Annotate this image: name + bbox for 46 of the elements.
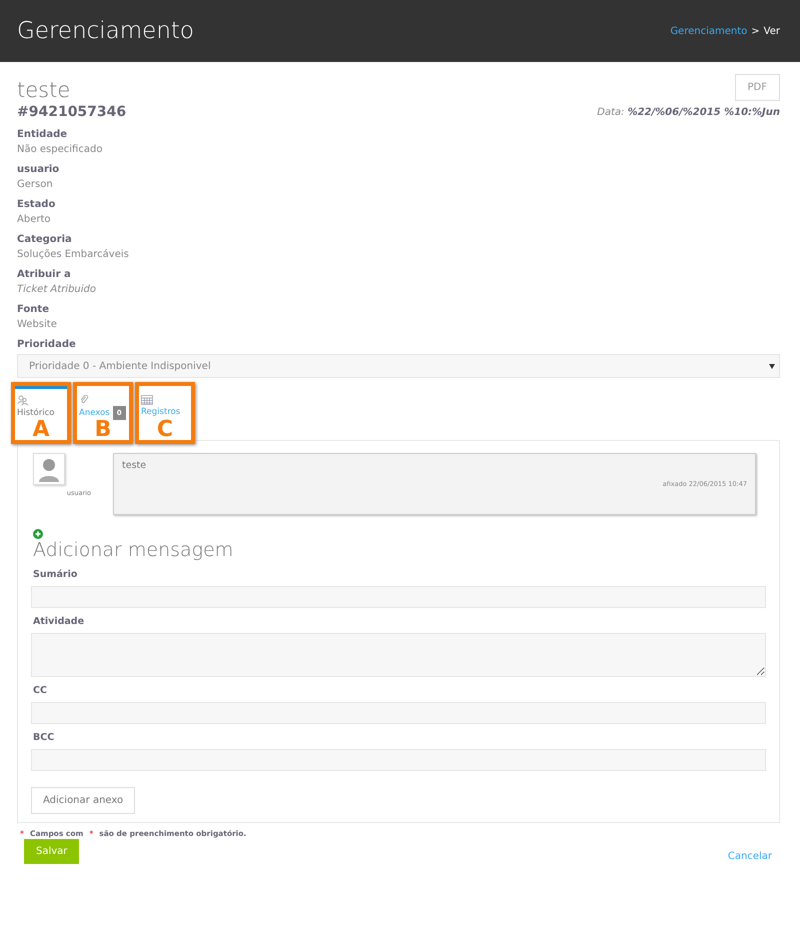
field-value: Não especificado [17,144,104,155]
breadcrumb-link[interactable]: Gerenciamento [670,26,748,36]
cancel-link[interactable]: Cancelar [728,851,772,862]
field-label: Prioridade [17,339,77,350]
ticket-number: #9421057346 [17,104,126,120]
pdf-button[interactable]: PDF [734,74,780,101]
field-label: usuario [17,164,60,175]
message-text: teste [122,460,148,471]
field-value: Gerson [17,179,54,190]
field-label: Estado [17,199,56,210]
calendar-icon [141,395,153,405]
input-field[interactable] [31,749,766,771]
field-value: Aberto [17,214,52,225]
page-title: Gerenciamento [17,18,194,44]
callout-letter: A [32,420,50,440]
attach-button[interactable]: Adicionar anexo [31,787,136,814]
avatar-icon [33,453,65,485]
tab[interactable]: Histórico [15,386,67,420]
input-field[interactable] [31,702,766,724]
save-button[interactable]: Salvar [24,839,80,864]
callout-letter: C [156,420,174,440]
add-icon [33,529,43,539]
field-label: Fonte [17,304,50,315]
caret-icon [769,364,775,368]
priority-select[interactable]: Prioridade 0 - Ambiente Indisponivel [17,354,780,378]
input-field[interactable] [31,586,766,608]
ticket-title: teste [17,78,70,102]
paperclip-icon [79,395,89,404]
field-label: Atividade [33,616,86,627]
field-value: Ticket Atribuido [17,284,98,295]
users-icon [17,395,28,406]
field-label: Sumário [33,569,78,580]
field-label: Categoria [17,234,73,245]
breadcrumb-separator: > [751,26,760,36]
field-value: Soluções Embarcáveis [17,249,130,260]
tab[interactable]: Registros [139,386,191,420]
field-label: Entidade [17,129,68,140]
field-label: CC [33,685,48,696]
form-title: Adicionar mensagem [33,539,234,561]
callout-letter: B [94,420,112,440]
text-area[interactable] [31,633,766,677]
field-label: Atribuir a [17,269,72,280]
breadcrumb-current: Ver [764,26,780,36]
field-label: BCC [33,732,56,743]
ticket-date: Data: %22/%06/%2015 %10:%Jun [597,106,780,118]
field-value: Website [17,319,58,330]
